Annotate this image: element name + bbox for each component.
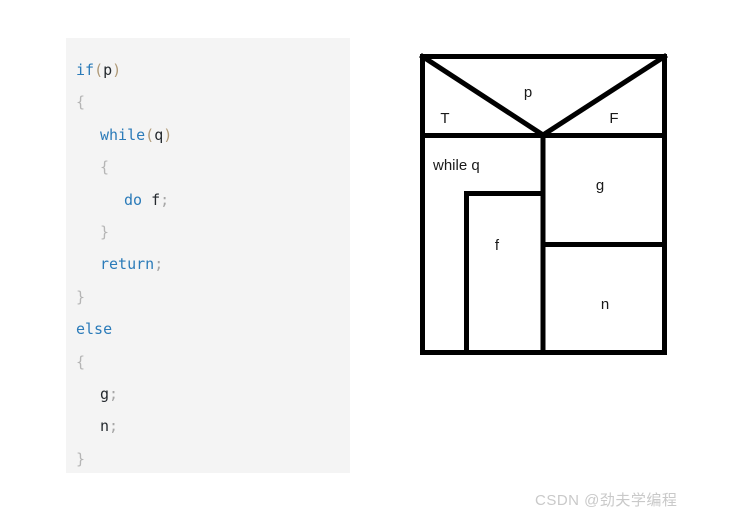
- code-token: ;: [160, 190, 170, 209]
- code-token: {: [76, 93, 86, 112]
- code-token: ;: [109, 417, 119, 436]
- code-token: return: [100, 255, 155, 274]
- code-token: q: [154, 125, 164, 144]
- code-line: if(p): [66, 54, 350, 86]
- decision-condition-label: p: [524, 84, 532, 101]
- code-token: }: [100, 222, 110, 241]
- code-line: {: [66, 86, 350, 118]
- code-token: if: [76, 61, 95, 79]
- code-line: do f;: [66, 184, 350, 216]
- code-line: }: [66, 281, 350, 313]
- code-token: ): [163, 125, 173, 144]
- code-token: n: [100, 417, 110, 436]
- code-token: }: [76, 287, 86, 306]
- while-loop-label: while q: [432, 157, 480, 174]
- code-token: else: [76, 320, 113, 339]
- code-token: p: [103, 61, 113, 79]
- code-line: while(q): [66, 119, 350, 151]
- decision-false-label: F: [609, 110, 618, 127]
- while-body-label: f: [495, 237, 500, 254]
- decision-diagonal-right: [539, 53, 668, 139]
- code-panel: if(p){while(q){do f;} return;} else{g; n;}: [66, 38, 350, 473]
- code-token: ;: [109, 384, 119, 403]
- code-token: ;: [154, 255, 164, 274]
- structogram-svg: p T F while q f g n: [419, 53, 668, 355]
- code-token: g: [100, 384, 110, 403]
- code-token: }: [76, 449, 86, 468]
- code-token: (: [145, 125, 155, 144]
- code-line: {: [66, 346, 350, 378]
- code-token: ): [112, 61, 122, 79]
- code-line: }: [66, 216, 350, 248]
- nassi-shneiderman-diagram: p T F while q f g n: [418, 50, 668, 360]
- code-line: n;: [66, 410, 350, 442]
- code-token: f: [151, 190, 161, 209]
- code-line: {: [66, 151, 350, 183]
- code-line: else: [66, 313, 350, 345]
- code-token: do: [124, 190, 143, 209]
- false-branch-second-label: n: [601, 296, 609, 313]
- code-token: while: [100, 125, 146, 144]
- code-token: {: [76, 352, 86, 371]
- code-token: (: [94, 61, 104, 79]
- code-token: {: [100, 158, 110, 177]
- false-branch-first-label: g: [596, 177, 604, 194]
- decision-true-label: T: [440, 110, 449, 127]
- code-line: g;: [66, 378, 350, 410]
- watermark: CSDN @劲夫学编程: [535, 492, 678, 509]
- code-line: }: [66, 443, 350, 475]
- code-line: return;: [66, 248, 350, 280]
